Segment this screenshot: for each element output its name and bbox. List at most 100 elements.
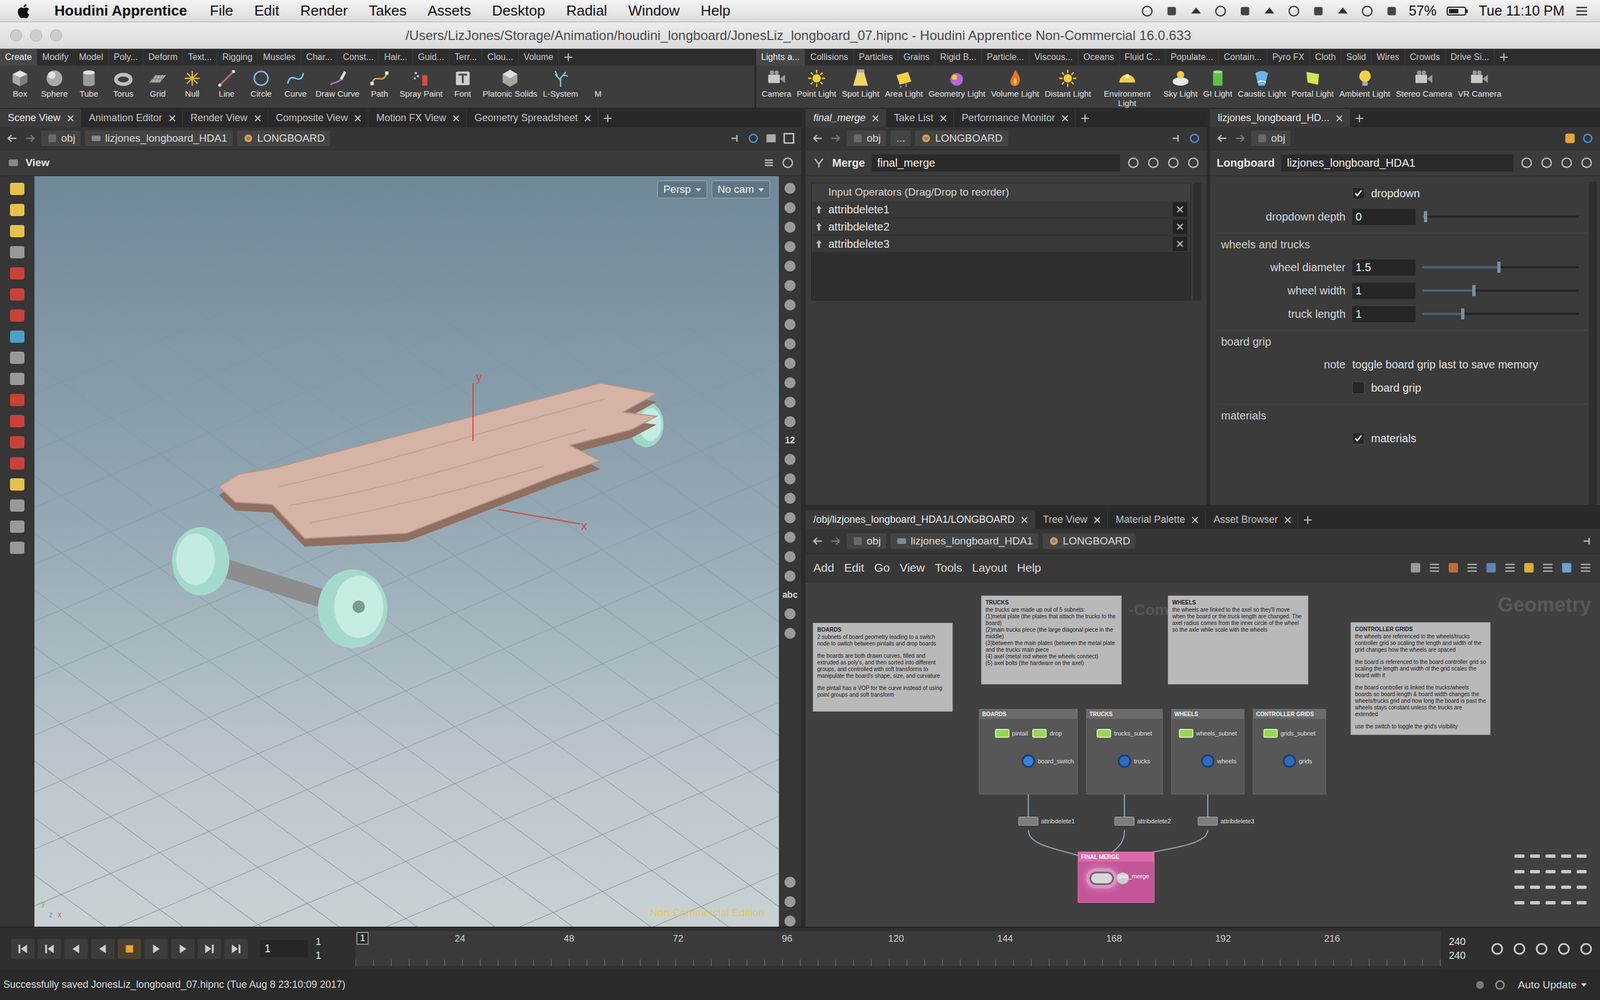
tool-icon[interactable] bbox=[10, 182, 25, 195]
last-button[interactable] bbox=[224, 938, 248, 959]
shelf-tool[interactable]: Circle bbox=[246, 67, 276, 99]
shelf-tool[interactable]: Draw Curve bbox=[315, 67, 360, 99]
pane-tab[interactable]: Render View bbox=[182, 108, 269, 128]
close-tab-icon[interactable] bbox=[452, 115, 460, 122]
network-menu[interactable]: View bbox=[900, 561, 930, 575]
prevkey-button[interactable] bbox=[37, 938, 62, 959]
layout-icon[interactable] bbox=[764, 131, 778, 145]
path-crumb[interactable]: obj bbox=[846, 130, 887, 147]
pane-tab[interactable]: Tree View bbox=[1035, 510, 1108, 529]
tool-icon[interactable] bbox=[10, 330, 25, 343]
display-option-icon[interactable] bbox=[784, 338, 796, 350]
network-canvas[interactable]: Geometry-ComBOARDS2 subnets of board geo… bbox=[805, 582, 1600, 927]
network-box[interactable]: WHEELSwheels_subnetwheels bbox=[1171, 708, 1245, 795]
shelf-tab[interactable]: Drive Si... bbox=[1445, 48, 1495, 66]
network-box[interactable]: CONTROLLER GRIDSgrids_subnetgrids bbox=[1252, 708, 1327, 795]
close-tab-icon[interactable] bbox=[1021, 516, 1028, 524]
minimize-button[interactable] bbox=[30, 29, 43, 42]
info-icon[interactable] bbox=[1560, 156, 1574, 170]
scene-canvas[interactable]: yx bbox=[34, 176, 779, 927]
value-field[interactable]: 1 bbox=[1352, 306, 1416, 323]
close-tab-icon[interactable] bbox=[1093, 516, 1101, 524]
shelf-tool[interactable]: Box bbox=[5, 67, 35, 99]
attribdelete-node[interactable]: attribdelete1 bbox=[1018, 816, 1075, 826]
display-option-icon[interactable] bbox=[784, 531, 796, 543]
tool-icon[interactable] bbox=[10, 225, 25, 238]
tool-icon[interactable] bbox=[10, 393, 25, 407]
shelf-tool[interactable]: Spot Light bbox=[841, 67, 880, 99]
path-crumb[interactable]: obj bbox=[41, 130, 81, 147]
back-arrow-icon[interactable] bbox=[1215, 131, 1229, 145]
gear-icon[interactable] bbox=[1520, 156, 1534, 170]
shelf-tool[interactable]: Curve bbox=[281, 67, 310, 99]
shelf-tab[interactable]: Fluid C... bbox=[1119, 48, 1166, 66]
network-option-icon[interactable] bbox=[1484, 561, 1498, 575]
shelf-tab[interactable]: Char... bbox=[301, 48, 338, 66]
tool-icon[interactable] bbox=[10, 520, 25, 533]
menu-item[interactable]: Help bbox=[690, 2, 741, 20]
app-menu[interactable]: Houdini Apprentice bbox=[54, 2, 188, 20]
menu-item[interactable]: Radial bbox=[555, 2, 618, 20]
close-tab-icon[interactable] bbox=[584, 115, 592, 122]
link-icon[interactable] bbox=[746, 131, 760, 145]
wifi-icon[interactable] bbox=[1384, 3, 1399, 19]
network-box[interactable]: FINAL MERGEfinal_merge bbox=[1077, 851, 1155, 903]
shelf-tool[interactable]: Stereo Camera bbox=[1395, 67, 1453, 99]
new-tab-icon[interactable] bbox=[603, 114, 612, 123]
path-crumb[interactable]: LONGBOARD bbox=[915, 130, 1008, 147]
attribdelete-node[interactable]: attribdelete2 bbox=[1114, 816, 1172, 826]
pane-tab[interactable]: Performance Monitor bbox=[953, 108, 1076, 128]
battery-percent[interactable]: 57% bbox=[1408, 2, 1437, 19]
display-option-icon[interactable] bbox=[784, 221, 796, 233]
shelf-tab[interactable]: Muscles bbox=[257, 48, 302, 66]
subnet-node[interactable]: wheels_subnet bbox=[1178, 728, 1237, 738]
path-crumb[interactable]: lizjones_longboard_HDA1 bbox=[890, 533, 1039, 549]
close-tab-icon[interactable] bbox=[67, 115, 74, 122]
shelf-tool[interactable]: Platonic Solids bbox=[482, 67, 538, 99]
shelf-tab[interactable]: Cloth bbox=[1310, 48, 1342, 66]
tool-icon[interactable] bbox=[10, 267, 25, 280]
pane-tab[interactable]: Scene View bbox=[0, 108, 82, 128]
first-button[interactable] bbox=[11, 938, 35, 959]
new-tab-icon[interactable] bbox=[1081, 114, 1089, 123]
pin-icon[interactable] bbox=[1563, 131, 1577, 145]
display-option-icon[interactable] bbox=[784, 570, 796, 582]
pin-icon[interactable] bbox=[1581, 534, 1595, 548]
shelf-tool[interactable]: Font bbox=[448, 67, 478, 99]
close-tab-icon[interactable] bbox=[168, 115, 176, 122]
remove-input-icon[interactable] bbox=[1172, 236, 1188, 252]
display-option-icon[interactable] bbox=[784, 280, 796, 292]
shelf-tool[interactable]: Environment Light bbox=[1096, 67, 1158, 108]
shelf-tab[interactable]: Contain... bbox=[1218, 48, 1268, 66]
slider[interactable] bbox=[1422, 260, 1579, 274]
scrollbar[interactable] bbox=[1193, 182, 1202, 301]
zoom-button[interactable] bbox=[50, 29, 63, 42]
notification-list-icon[interactable] bbox=[1574, 3, 1589, 19]
display-option-icon[interactable] bbox=[784, 318, 796, 330]
current-frame-field[interactable]: 1 bbox=[260, 940, 308, 958]
sticky-note[interactable]: TRUCKSthe trucks are made up out of 5 su… bbox=[981, 595, 1122, 685]
sticky-note[interactable]: CONTROLLER GRIDSthe wheels are reference… bbox=[1350, 622, 1491, 735]
pane-tab[interactable]: Material Palette bbox=[1107, 510, 1206, 529]
shelf-tool[interactable]: Tube bbox=[74, 67, 104, 99]
close-tab-icon[interactable] bbox=[1336, 115, 1343, 122]
shelf-tab[interactable]: Pyro FX bbox=[1267, 48, 1310, 66]
pane-tab[interactable]: /obj/lizjones_longboard_HDA1/LONGBOARD bbox=[805, 510, 1035, 529]
close-tab-icon[interactable] bbox=[872, 115, 879, 122]
drag-handle-icon[interactable] bbox=[815, 221, 823, 232]
forward-arrow-icon[interactable] bbox=[23, 131, 37, 145]
close-tab-icon[interactable] bbox=[1191, 516, 1199, 524]
range-end-field[interactable]: 240 bbox=[1445, 950, 1485, 962]
nextkey-button[interactable] bbox=[197, 938, 222, 959]
back-arrow-icon[interactable] bbox=[811, 131, 825, 145]
link-icon[interactable] bbox=[1581, 131, 1595, 145]
display-option-icon[interactable] bbox=[784, 241, 796, 253]
close-tab-icon[interactable] bbox=[254, 115, 262, 122]
menu-item[interactable]: Render bbox=[290, 2, 359, 20]
longboard-model[interactable] bbox=[172, 383, 664, 649]
pane-tab[interactable]: Composite View bbox=[268, 108, 369, 128]
display-option[interactable]: abc bbox=[782, 590, 798, 600]
airplay-icon[interactable] bbox=[1311, 3, 1326, 19]
network-menu[interactable]: Layout bbox=[972, 561, 1012, 575]
network-option-icon[interactable] bbox=[1578, 561, 1593, 575]
